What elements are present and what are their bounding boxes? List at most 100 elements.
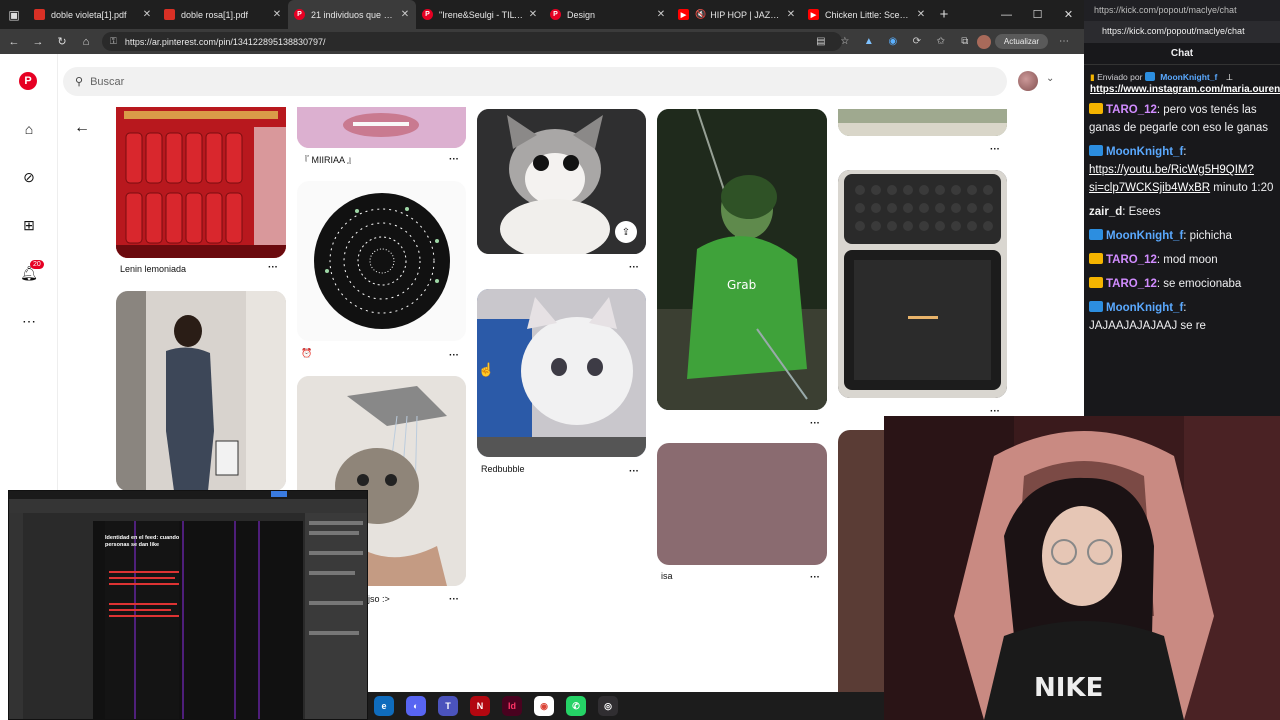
pin-crying-cat[interactable]: ⇪ [477, 109, 646, 254]
chat-username[interactable]: TARO_12 [1106, 254, 1157, 266]
chat-text: : mod moon [1156, 254, 1218, 266]
more-options-icon[interactable]: ··· [629, 262, 639, 273]
chat-username[interactable]: MoonKnight_f [1106, 146, 1183, 158]
chrome-app-icon[interactable]: ◉ [534, 696, 554, 716]
close-tab-icon[interactable]: ✕ [916, 9, 926, 20]
pin-case[interactable] [838, 170, 1007, 398]
share-icon[interactable]: ⇪ [615, 221, 637, 243]
tab-individuos[interactable]: P 21 individuos que empe ✕ [288, 0, 416, 29]
maximize-icon[interactable]: ☐ [1022, 0, 1053, 29]
chat-text: : pichicha [1183, 230, 1232, 242]
more-options-icon[interactable]: ··· [449, 350, 459, 361]
user-badge-icon [1089, 301, 1103, 312]
more-options-icon[interactable]: ··· [449, 154, 459, 165]
more-options-icon[interactable]: ··· [990, 144, 1000, 155]
more-options-icon[interactable]: ··· [810, 572, 820, 583]
more-options-icon[interactable]: ··· [810, 418, 820, 429]
profile-avatar[interactable] [1018, 71, 1038, 91]
tab-doble-violeta[interactable]: doble violeta[1].pdf ✕ [28, 0, 158, 29]
explore-compass-icon[interactable]: ⊘ [20, 168, 38, 186]
edge-app-icon[interactable]: e [374, 696, 394, 716]
more-options-icon[interactable]: ··· [629, 466, 639, 477]
design-app-window[interactable]: Identidad en el feed: cuando personas se… [8, 490, 368, 720]
close-tab-icon[interactable]: ✕ [272, 9, 282, 20]
kick-chat-window: https://kick.com/popout/maclye/chat http… [1084, 0, 1280, 416]
pin-sad-cat-laptop[interactable] [477, 289, 646, 457]
home-nav-icon[interactable]: ⌂ [20, 120, 38, 138]
pin-lips[interactable] [297, 107, 466, 148]
pinterest-icon: P [422, 9, 433, 20]
indesign-app-icon[interactable]: Id [502, 696, 522, 716]
unpin-icon[interactable]: ⊥ [1226, 72, 1233, 82]
user-badge-icon [1089, 253, 1103, 264]
discord-app-icon[interactable]: ◐ [406, 696, 426, 716]
pin-clock-spiral[interactable] [297, 181, 466, 341]
extension2-icon[interactable]: ◉ [881, 36, 905, 47]
chevron-down-icon[interactable]: ⌄ [1046, 73, 1054, 84]
favorites-icon[interactable]: ✩ [929, 36, 953, 47]
forward-icon[interactable]: → [26, 36, 50, 48]
pinned-username[interactable]: MoonKnight_f [1160, 72, 1217, 82]
site-info-icon[interactable]: ⚿ [110, 36, 117, 47]
tab-hiphop[interactable]: ▶ 🔇 HIP HOP | JAZZ BO ✕ [672, 0, 802, 29]
chat-username[interactable]: TARO_12 [1106, 278, 1157, 290]
browser-tabbar: ▣ doble violeta[1].pdf ✕ doble rosa[1].p… [0, 0, 1084, 29]
chat-username[interactable]: TARO_12 [1106, 104, 1157, 116]
chat-address-bar[interactable]: https://kick.com/popout/maclye/chat [1084, 21, 1280, 43]
messages-icon[interactable]: ⋯ [20, 312, 38, 330]
back-icon[interactable]: ← [2, 36, 26, 48]
tab-title: "Irene&Seulgi - TILT" Ma [439, 9, 524, 20]
tab-doble-rosa[interactable]: doble rosa[1].pdf ✕ [158, 0, 288, 29]
extension-icon[interactable]: ▲ [857, 36, 881, 47]
pin-caption: 『 MIIRIAA 』 [300, 155, 357, 165]
reader-icon[interactable]: ▤ [809, 36, 833, 47]
search-bar[interactable]: ⚲ Buscar [63, 67, 1007, 96]
pdf-icon [34, 9, 45, 20]
tab-irene-seulgi[interactable]: P "Irene&Seulgi - TILT" Ma ✕ [416, 0, 544, 29]
pinned-message: ▮ Enviado por MoonKnight_f ⊥ https://www… [1090, 71, 1280, 96]
minimize-icon[interactable]: — [991, 0, 1022, 29]
collections-icon[interactable]: ⧉ [953, 36, 977, 47]
address-bar[interactable]: ⚿ https://ar.pinterest.com/pin/134122895… [102, 32, 842, 51]
tab-design[interactable]: P Design ✕ [544, 0, 672, 29]
close-window-icon[interactable]: ✕ [1053, 0, 1084, 29]
profile-avatar[interactable] [976, 34, 991, 49]
pin-isa[interactable] [657, 443, 827, 565]
more-options-icon[interactable]: ··· [449, 594, 459, 605]
pinned-link[interactable]: https://www.instagram.com/maria.ourens?.… [1090, 84, 1280, 95]
pinterest-logo-icon[interactable]: P [19, 72, 37, 90]
netflix-app-icon[interactable]: N [470, 696, 490, 716]
close-tab-icon[interactable]: ✕ [142, 9, 152, 20]
menu-dots-icon[interactable]: ⋯ [1052, 36, 1076, 47]
browser-navbar: ← → ↻ ⌂ ⚿ https://ar.pinterest.com/pin/1… [0, 29, 1084, 54]
pin-landscape[interactable] [838, 109, 1007, 136]
close-tab-icon[interactable]: ✕ [786, 9, 796, 20]
windows-taskbar: e ◐ T N Id ◉ ✆ ◎ [368, 692, 884, 720]
pin-grab-rider[interactable]: Grab [657, 109, 827, 410]
chat-username[interactable]: MoonKnight_f [1106, 302, 1183, 314]
pin-lenin-lemonade[interactable] [116, 107, 286, 258]
update-button[interactable]: Actualizar [994, 34, 1048, 49]
close-tab-icon[interactable]: ✕ [400, 9, 410, 20]
pin-person-photo[interactable] [116, 291, 286, 491]
home-icon[interactable]: ⌂ [74, 36, 98, 48]
new-tab-icon[interactable]: + [932, 6, 956, 23]
obs-app-icon[interactable]: ◎ [598, 696, 618, 716]
reload-icon[interactable]: ↻ [50, 35, 74, 48]
tab-actions-icon[interactable]: ▣ [0, 0, 28, 29]
back-arrow-icon[interactable]: ← [74, 119, 90, 137]
close-tab-icon[interactable]: ✕ [528, 9, 538, 20]
more-options-icon[interactable]: ··· [268, 262, 278, 273]
chat-username[interactable]: MoonKnight_f [1106, 230, 1183, 242]
favorite-star-icon[interactable]: ☆ [833, 36, 857, 47]
refresh-ext-icon[interactable]: ⟳ [905, 36, 929, 47]
pin-icon: ▮ [1090, 72, 1095, 82]
teams-app-icon[interactable]: T [438, 696, 458, 716]
chat-username[interactable]: zair_d [1089, 206, 1122, 218]
create-plus-icon[interactable]: ⊞ [20, 216, 38, 234]
mute-icon[interactable]: 🔇 [695, 9, 706, 20]
whatsapp-app-icon[interactable]: ✆ [566, 696, 586, 716]
landscape-image [838, 109, 1007, 136]
tab-chicken-little[interactable]: ▶ Chicken Little: Scenes Pl ✕ [802, 0, 932, 29]
close-tab-icon[interactable]: ✕ [656, 9, 666, 20]
